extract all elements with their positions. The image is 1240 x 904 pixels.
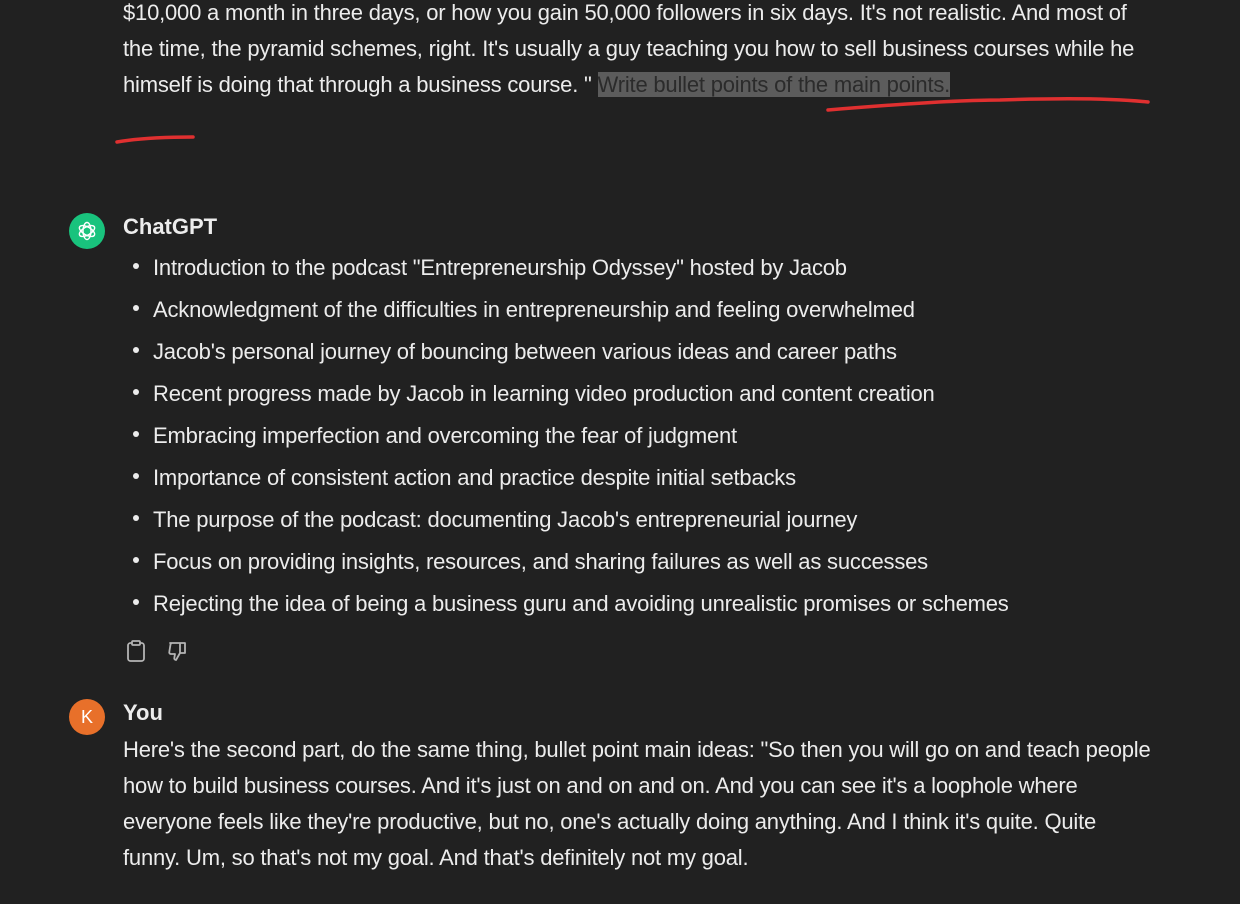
user-message-text: Here's the second part, do the same thin… <box>123 737 1151 870</box>
copy-button[interactable] <box>123 638 149 664</box>
thumbs-down-icon <box>168 642 186 661</box>
list-item: Importance of consistent action and prac… <box>123 459 1009 501</box>
list-item: Focus on providing insights, resources, … <box>123 543 1009 585</box>
list-item: Recent progress made by Jacob in learnin… <box>123 375 1009 417</box>
assistant-name: ChatGPT <box>123 214 218 239</box>
list-item: Acknowledgment of the difficulties in en… <box>123 291 1009 333</box>
user-name: You <box>123 700 163 725</box>
list-item: The purpose of the podcast: documenting … <box>123 501 1009 543</box>
user-avatar: K <box>69 699 105 735</box>
previous-user-message: $10,000 a month in three days, or how yo… <box>123 0 1158 103</box>
copy-icon <box>127 640 145 662</box>
openai-logo-icon <box>78 221 96 241</box>
chatgpt-avatar <box>69 213 105 249</box>
assistant-bullet-list: Introduction to the podcast "Entrepreneu… <box>123 249 1009 627</box>
list-item: Embracing imperfection and overcoming th… <box>123 417 1009 459</box>
thumbs-down-button[interactable] <box>165 638 191 664</box>
list-item: Introduction to the podcast "Entrepreneu… <box>123 249 1009 291</box>
highlighted-selection: Write bullet points of the main points. <box>597 72 951 97</box>
list-item: Jacob's personal journey of bouncing bet… <box>123 333 1009 375</box>
list-item: Rejecting the idea of being a business g… <box>123 585 1009 627</box>
